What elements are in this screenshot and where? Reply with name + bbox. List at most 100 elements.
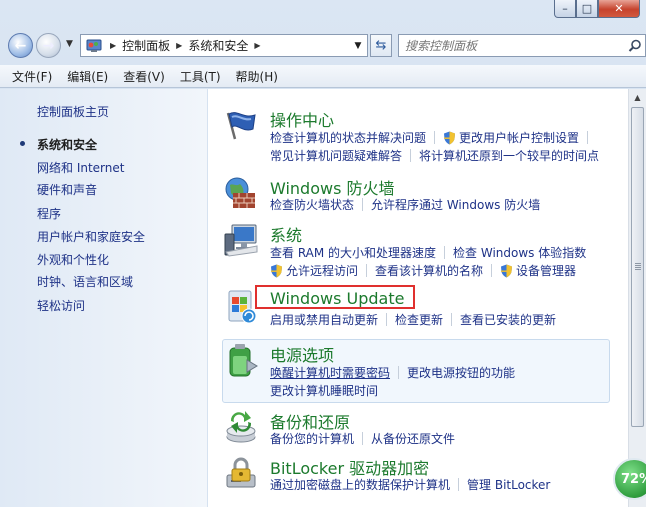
task-link[interactable]: 从备份还原文件: [371, 430, 455, 447]
task-link-hovered[interactable]: 唤醒计算机时需要密码: [270, 364, 390, 381]
maximize-button[interactable]: □: [576, 0, 598, 18]
current-item-bullet: [20, 141, 25, 146]
link-divider: [491, 264, 493, 277]
task-link[interactable]: 查看 RAM 的大小和处理器速度: [270, 244, 436, 261]
main-pane: 操作中心 检查计算机的状态并解决问题 更改用户帐户控制设置 常见计算机问题疑难解…: [209, 89, 628, 507]
menu-help[interactable]: 帮助(H): [236, 68, 278, 85]
forward-arrow-icon: →: [42, 37, 55, 54]
task-row: 常见计算机问题疑难解答 将计算机还原到一个较早的时间点: [270, 147, 599, 164]
category-windows-firewall: Windows 防火墙 检查防火墙状态 允许程序通过 Windows 防火墙: [223, 175, 622, 217]
scroll-up-icon[interactable]: ▲: [629, 89, 646, 106]
address-bar[interactable]: ▶ 控制面板 ▶ 系统和安全 ▶ ▼: [80, 34, 368, 57]
left-link-ease-of-access[interactable]: 轻松访问: [37, 297, 85, 314]
category-action-center: 操作中心 检查计算机的状态并解决问题 更改用户帐户控制设置 常见计算机问题疑难解…: [223, 107, 622, 167]
forward-button[interactable]: →: [36, 33, 61, 58]
content-area: 控制面板主页 系统和安全 网络和 Internet 硬件和声音 程序 用户帐户和…: [0, 89, 646, 507]
task-link[interactable]: 管理 BitLocker: [467, 476, 550, 493]
task-link[interactable]: 启用或禁用自动更新: [270, 311, 378, 328]
left-link-hardware-sound[interactable]: 硬件和声音: [37, 181, 97, 198]
category-title[interactable]: 系统: [270, 222, 302, 246]
task-row: 检查计算机的状态并解决问题 更改用户帐户控制设置: [270, 129, 596, 146]
task-row: 检查防火墙状态 允许程序通过 Windows 防火墙: [270, 196, 540, 213]
task-row: 通过加密磁盘上的数据保护计算机 管理 BitLocker: [270, 476, 550, 493]
uac-shield-icon: [444, 131, 456, 144]
search-input[interactable]: [405, 38, 625, 53]
task-link[interactable]: 通过加密磁盘上的数据保护计算机: [270, 476, 450, 493]
category-system: 系统 查看 RAM 的大小和处理器速度 检查 Windows 体验指数 允许远程…: [223, 222, 622, 282]
close-button[interactable]: ✕: [598, 0, 640, 18]
category-backup-restore: 备份和还原 备份您的计算机 从备份还原文件: [223, 409, 622, 451]
task-link[interactable]: 检查 Windows 体验指数: [453, 244, 586, 261]
address-dropdown-icon[interactable]: ▼: [349, 41, 367, 51]
windows-update-icon: [223, 289, 259, 325]
link-divider: [410, 149, 412, 162]
task-link[interactable]: 检查更新: [395, 311, 443, 328]
breadcrumb-control-panel[interactable]: 控制面板: [122, 37, 170, 54]
menu-edit[interactable]: 编辑(E): [67, 68, 108, 85]
link-divider: [386, 313, 388, 326]
task-link[interactable]: 更改电源按钮的功能: [407, 364, 515, 381]
search-icon[interactable]: [625, 39, 645, 53]
task-link[interactable]: 检查防火墙状态: [270, 196, 354, 213]
left-link-clock-language-region[interactable]: 时钟、语言和区域: [37, 273, 133, 290]
left-link-system-security[interactable]: 系统和安全: [37, 136, 97, 153]
back-arrow-icon: ←: [14, 37, 27, 54]
search-box[interactable]: [398, 34, 646, 57]
back-button[interactable]: ←: [8, 33, 33, 58]
link-divider: [366, 264, 368, 277]
link-divider: [362, 432, 364, 445]
recent-pages-dropdown-icon[interactable]: ▼: [66, 39, 73, 49]
task-link[interactable]: 查看该计算机的名称: [375, 262, 483, 279]
task-row: 更改计算机睡眠时间: [270, 382, 378, 399]
link-divider: [398, 366, 400, 379]
minimize-button[interactable]: –: [554, 0, 576, 18]
left-navigation-pane: 控制面板主页 系统和安全 网络和 Internet 硬件和声音 程序 用户帐户和…: [0, 89, 208, 507]
task-row: 查看 RAM 的大小和处理器速度 检查 Windows 体验指数: [270, 244, 586, 261]
uac-shield-icon: [271, 264, 282, 277]
control-panel-icon: [84, 38, 104, 54]
link-divider: [444, 246, 446, 259]
task-link[interactable]: 备份您的计算机: [270, 430, 354, 447]
menu-tools[interactable]: 工具(T): [180, 68, 221, 85]
link-divider: [451, 313, 453, 326]
left-link-user-accounts[interactable]: 用户帐户和家庭安全: [37, 228, 145, 245]
flag-icon: [223, 107, 259, 143]
menu-bar: 文件(F) 编辑(E) 查看(V) 工具(T) 帮助(H): [0, 65, 646, 88]
category-title[interactable]: 电源选项: [270, 342, 334, 366]
task-link[interactable]: 更改用户帐户控制设置: [459, 129, 579, 146]
link-divider: [434, 131, 436, 144]
category-title[interactable]: 操作中心: [270, 107, 334, 131]
task-link[interactable]: 更改计算机睡眠时间: [270, 382, 378, 399]
task-row: 唤醒计算机时需要密码 更改电源按钮的功能: [270, 364, 515, 381]
breadcrumb-system-security[interactable]: 系统和安全: [188, 37, 248, 54]
breadcrumb-separator-icon[interactable]: ▶: [254, 41, 260, 50]
firewall-icon: [223, 175, 259, 211]
caption-buttons: – □ ✕: [554, 0, 640, 18]
category-power-options: 电源选项 唤醒计算机时需要密码 更改电源按钮的功能 更改计算机睡眠时间: [223, 342, 622, 402]
task-link[interactable]: 查看已安装的更新: [460, 311, 556, 328]
task-link[interactable]: 允许程序通过 Windows 防火墙: [371, 196, 540, 213]
left-link-control-panel-home[interactable]: 控制面板主页: [37, 103, 109, 120]
menu-view[interactable]: 查看(V): [123, 68, 165, 85]
backup-icon: [223, 409, 259, 445]
breadcrumb-separator-icon[interactable]: ▶: [110, 41, 116, 50]
breadcrumb-separator-icon[interactable]: ▶: [176, 41, 182, 50]
link-divider: [587, 131, 589, 144]
refresh-button[interactable]: ⇆: [370, 34, 392, 57]
menu-file[interactable]: 文件(F): [12, 68, 52, 85]
left-link-network-internet[interactable]: 网络和 Internet: [37, 159, 124, 176]
navigation-bar: ← → ▼ ▶ 控制面板 ▶ 系统和安全 ▶ ▼ ⇆: [8, 31, 646, 59]
task-link[interactable]: 将计算机还原到一个较早的时间点: [419, 147, 599, 164]
link-divider: [458, 478, 460, 491]
task-link[interactable]: 检查计算机的状态并解决问题: [270, 129, 426, 146]
control-panel-window: – □ ✕ ← → ▼ ▶ 控制面板 ▶ 系统和安全 ▶ ▼ ⇆ 搜索控制面板 …: [0, 0, 646, 507]
scrollbar-thumb[interactable]: [631, 107, 644, 427]
left-link-programs[interactable]: 程序: [37, 205, 61, 222]
task-link[interactable]: 常见计算机问题疑难解答: [270, 147, 402, 164]
vertical-scrollbar[interactable]: ▲: [628, 89, 646, 507]
left-link-appearance[interactable]: 外观和个性化: [37, 251, 109, 268]
task-row: 备份您的计算机 从备份还原文件: [270, 430, 455, 447]
task-link[interactable]: 允许远程访问: [286, 262, 358, 279]
task-row: 启用或禁用自动更新 检查更新 查看已安装的更新: [270, 311, 556, 328]
task-link[interactable]: 设备管理器: [516, 262, 576, 279]
